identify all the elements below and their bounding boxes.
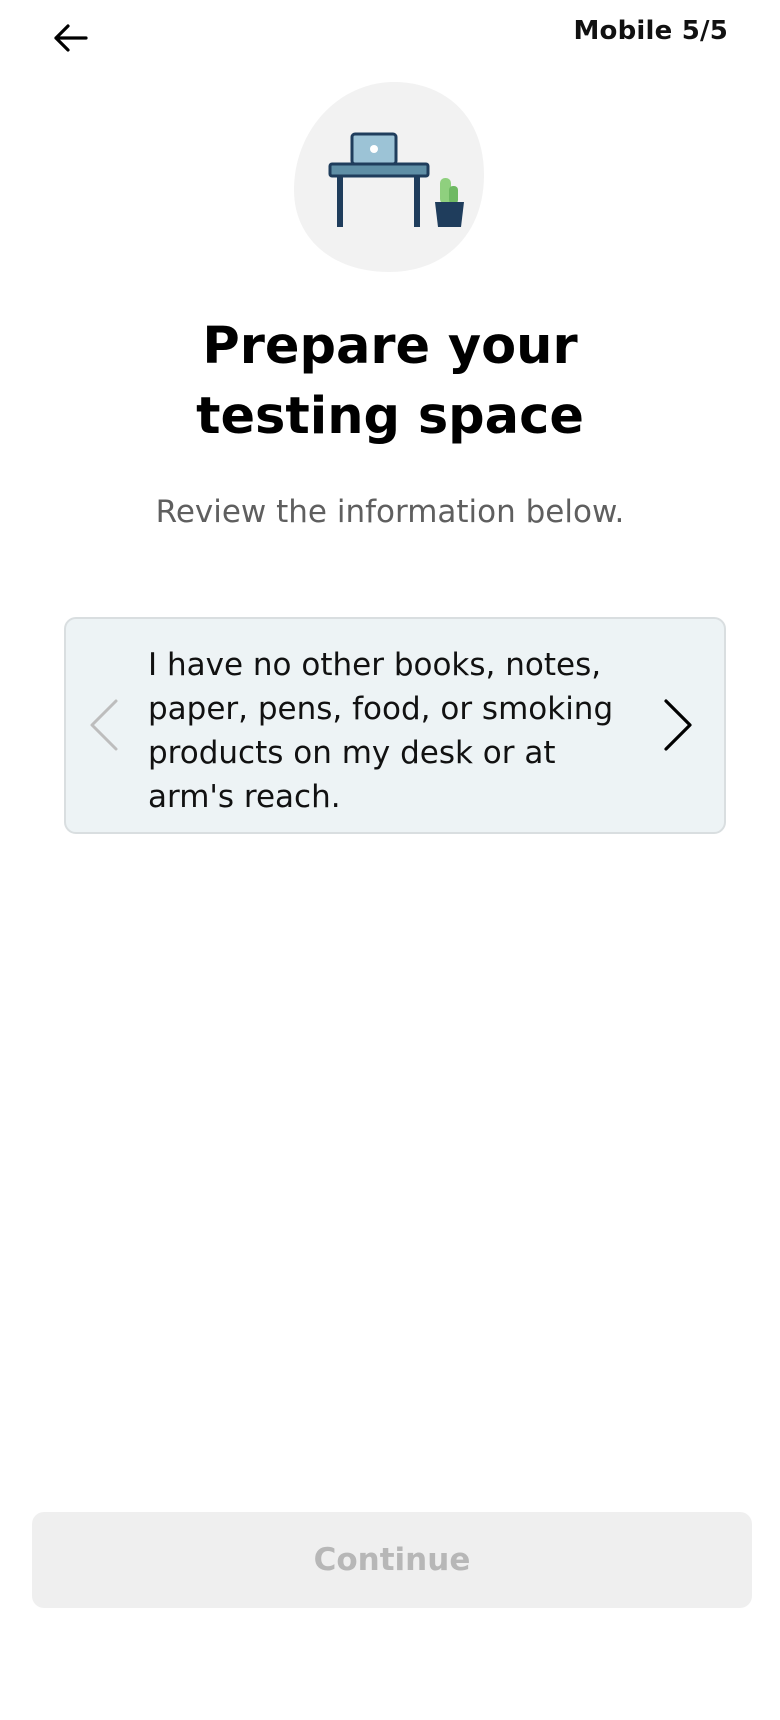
- page-subtitle: Review the information below.: [155, 494, 625, 530]
- previous-item-button: [84, 697, 124, 757]
- next-item-button[interactable]: [658, 697, 698, 757]
- chevron-right-icon: [662, 697, 694, 757]
- chevron-left-icon: [88, 697, 120, 757]
- page-title: Prepare your testing space: [0, 312, 780, 452]
- continue-button[interactable]: Continue: [32, 1512, 752, 1608]
- page-title-line-1: Prepare your: [202, 317, 578, 376]
- back-button[interactable]: [48, 22, 92, 58]
- progress-indicator: Mobile 5/5: [573, 16, 728, 46]
- page-title-line-2: testing space: [196, 387, 584, 446]
- checklist-card: I have no other books, notes, paper, pen…: [64, 617, 726, 834]
- checklist-item-text: I have no other books, notes, paper, pen…: [148, 647, 614, 815]
- arrow-left-icon: [52, 23, 88, 57]
- desk-illustration: [294, 80, 484, 272]
